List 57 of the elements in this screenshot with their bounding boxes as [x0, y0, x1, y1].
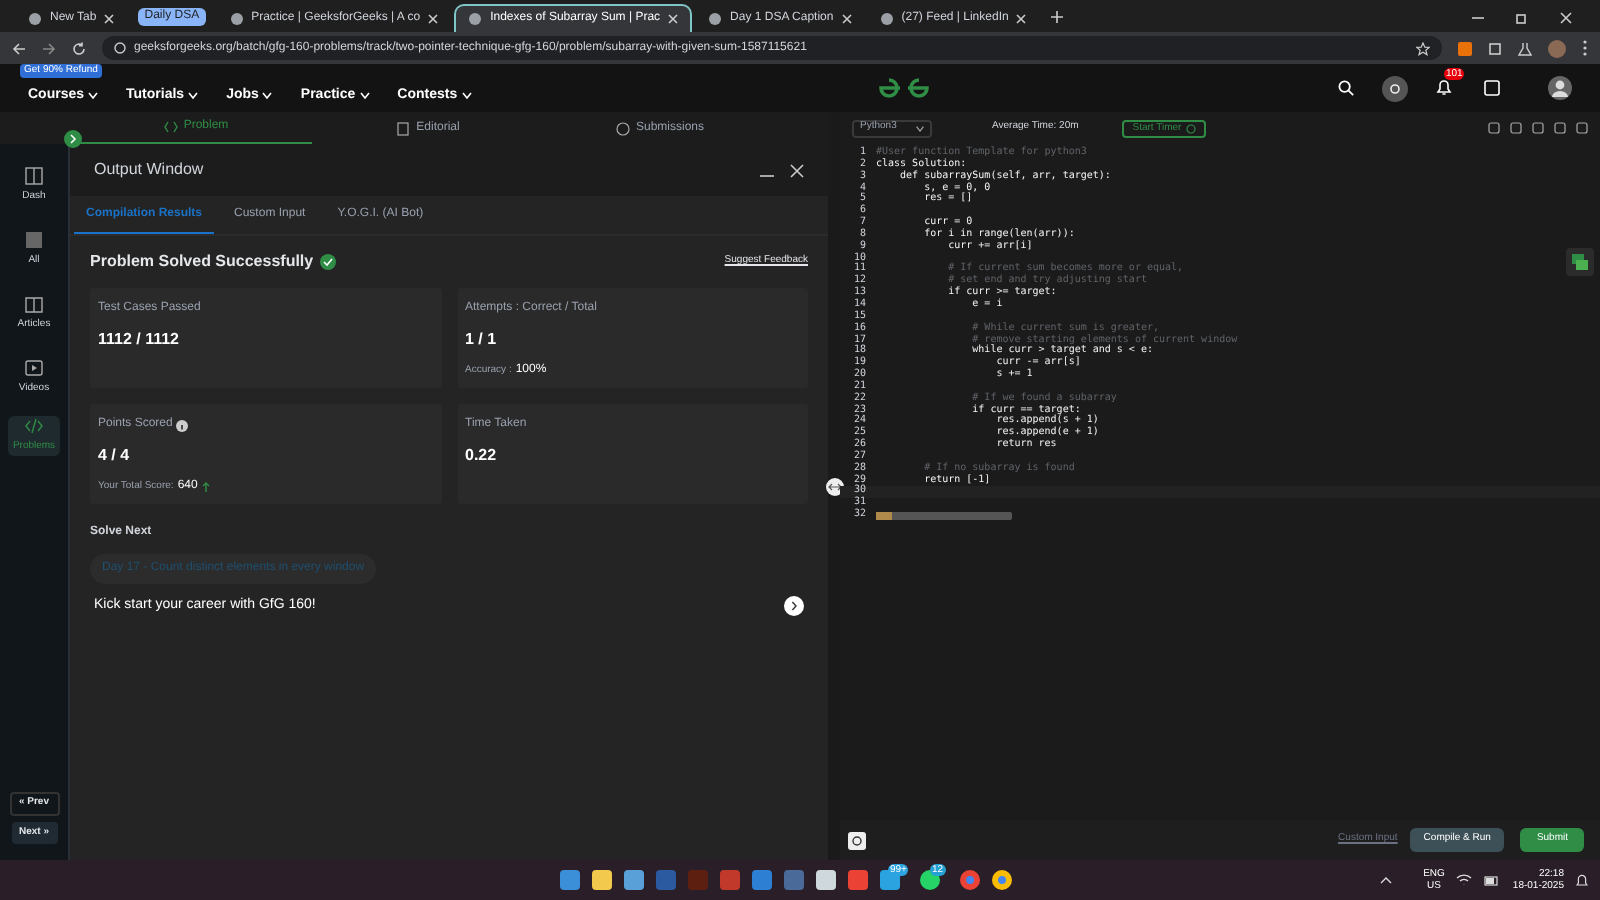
- stat-value: 0.22: [465, 444, 499, 468]
- restore-icon[interactable]: [1516, 12, 1528, 24]
- expand-icon[interactable]: [64, 130, 82, 148]
- stat-value: 4 / 4: [98, 444, 132, 468]
- page-icon: [879, 11, 894, 25]
- close-icon: [1016, 13, 1027, 23]
- book-icon: [24, 294, 44, 315]
- chat-icon[interactable]: [1566, 248, 1594, 276]
- document-icon: [396, 121, 411, 135]
- more-icon[interactable]: [1582, 40, 1588, 56]
- chevron-up-icon[interactable]: [1379, 876, 1392, 884]
- wifi-icon[interactable]: [1456, 874, 1473, 886]
- timer-icon: [1185, 123, 1196, 133]
- close-icon: [841, 13, 852, 23]
- page-icon: [468, 12, 483, 26]
- close-icon: [104, 13, 115, 23]
- video-icon: [24, 358, 44, 379]
- folded-code-marker: [876, 512, 1012, 521]
- bell-icon[interactable]: [1576, 873, 1588, 887]
- logo-icon[interactable]: [878, 76, 931, 100]
- code-icon: [24, 416, 44, 436]
- caret-icon: [88, 92, 99, 100]
- stat-value: 1 / 1: [465, 328, 499, 352]
- flask-icon[interactable]: [1518, 41, 1532, 55]
- site-info-icon: [114, 42, 126, 54]
- clock-icon: [615, 121, 630, 135]
- battery-icon[interactable]: [1484, 875, 1501, 885]
- page-icon: [708, 11, 723, 25]
- page-icon: [28, 11, 42, 25]
- caret-icon: [359, 92, 370, 100]
- back-icon[interactable]: [12, 41, 26, 55]
- caret-icon: [461, 92, 472, 100]
- extension-icon[interactable]: [1458, 41, 1472, 55]
- status-text: Problem Solved Successfully: [90, 250, 314, 274]
- caret-icon: [188, 92, 199, 100]
- output-window-title: Output Window: [94, 158, 204, 182]
- minimize-icon[interactable]: [1472, 12, 1484, 24]
- search-icon[interactable]: [1338, 80, 1354, 96]
- star-icon[interactable]: [1416, 41, 1430, 55]
- close-icon[interactable]: [790, 163, 804, 177]
- check-circle-icon: [319, 254, 336, 270]
- close-icon[interactable]: [1560, 12, 1572, 24]
- page-icon: [229, 11, 244, 25]
- avatar-icon[interactable]: [1548, 76, 1572, 100]
- close-icon: [668, 14, 679, 24]
- close-icon: [428, 13, 439, 23]
- stat-value: 1112 / 1112: [98, 328, 181, 352]
- caret-icon: [916, 125, 924, 131]
- up-arrow-icon: [201, 482, 210, 492]
- grid-icon: [24, 230, 44, 251]
- caret-icon: [262, 92, 273, 100]
- new-tab-icon[interactable]: [1050, 10, 1065, 24]
- dashboard-icon: [24, 166, 44, 187]
- reload-icon[interactable]: [72, 41, 86, 55]
- code-icon: [163, 120, 178, 134]
- theme-toggle-icon[interactable]: [1382, 75, 1408, 101]
- forward-icon[interactable]: [42, 41, 56, 55]
